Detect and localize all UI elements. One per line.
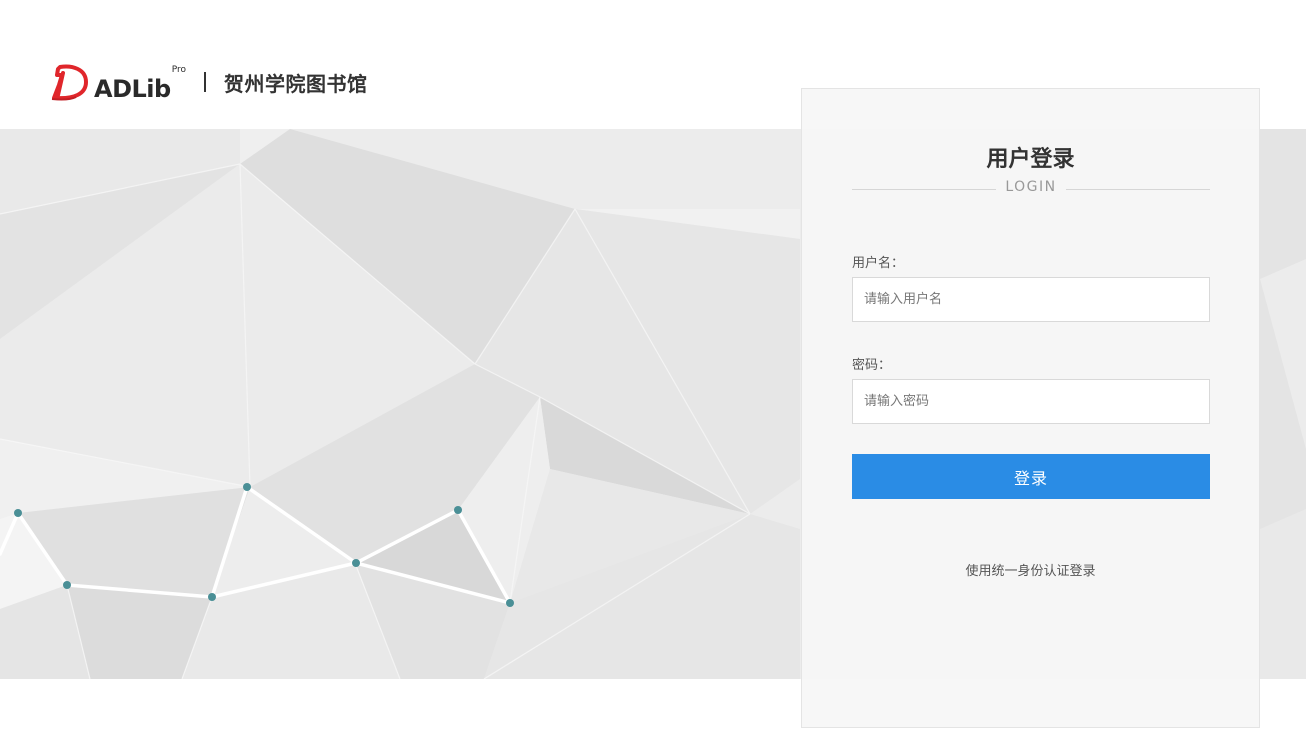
username-input[interactable] (852, 277, 1210, 322)
adlib-d-logo-icon (51, 64, 88, 101)
login-title: 用户登录 (986, 147, 1075, 172)
login-subtitle-wrap: LOGIN (852, 179, 1210, 199)
logo-text: ADLib (94, 75, 171, 103)
brand-separator (203, 72, 206, 92)
password-input[interactable] (852, 379, 1210, 424)
login-page: ADLib Pro 贺州学院图书馆 用户登录 LOGIN 用户名： 请输入用户名… (0, 0, 1306, 750)
login-button[interactable]: 登录 (852, 454, 1210, 499)
network-node (14, 509, 22, 517)
network-node (208, 593, 216, 601)
divider-right (1066, 189, 1210, 190)
network-node (63, 581, 71, 589)
brand: ADLib Pro 贺州学院图书馆 (50, 62, 367, 102)
login-card: 用户登录 LOGIN 用户名： 密码： 登录 使用统一身份认证登录 (801, 88, 1260, 728)
password-label: 密码： (852, 358, 892, 373)
adlib-logo[interactable]: ADLib Pro (50, 63, 186, 101)
network-node (243, 483, 251, 491)
network-node (454, 506, 462, 514)
network-node (352, 559, 360, 567)
sso-login-link[interactable]: 使用统一身份认证登录 (802, 560, 1259, 579)
library-name: 贺州学院图书馆 (223, 71, 368, 96)
logo-sup: Pro (171, 65, 186, 75)
username-label: 用户名： (852, 256, 905, 271)
network-node (506, 599, 514, 607)
login-subtitle: LOGIN (1005, 179, 1057, 195)
